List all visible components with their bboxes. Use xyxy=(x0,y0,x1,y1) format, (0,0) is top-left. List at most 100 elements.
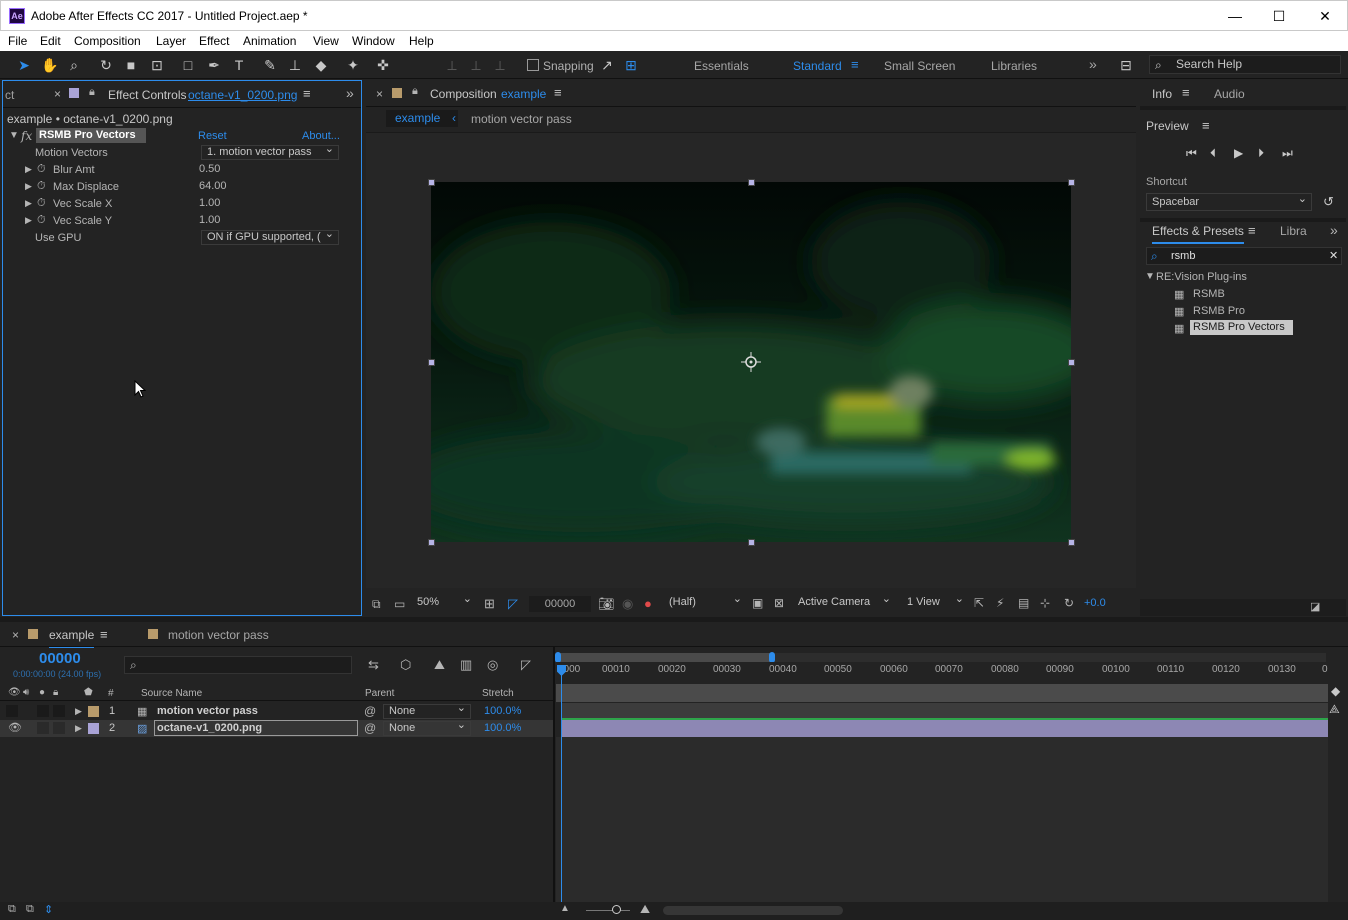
libraries-tab[interactable]: Libra xyxy=(1280,224,1307,238)
transparency-grid-icon[interactable]: ⊠ xyxy=(774,596,784,610)
menu-window[interactable]: Window xyxy=(352,34,395,48)
pan-behind-tool-icon[interactable]: ⊡ xyxy=(147,55,167,75)
selection-tool-icon[interactable]: ➤ xyxy=(14,55,34,75)
maximize-button[interactable]: ☐ xyxy=(1264,5,1294,27)
timeline-icon[interactable]: ▤ xyxy=(1018,596,1029,610)
next-frame-icon[interactable]: ⏵︎ xyxy=(1258,146,1264,161)
minimize-button[interactable]: — xyxy=(1220,5,1250,27)
pick-whip-icon[interactable]: @ xyxy=(364,721,376,735)
timeline-tab-example[interactable]: example xyxy=(49,628,95,648)
vec-scale-x-value[interactable]: 1.00 xyxy=(199,197,220,209)
more-workspaces-icon[interactable]: » xyxy=(1089,56,1097,72)
about-button[interactable]: About... xyxy=(302,130,340,142)
lock-icon[interactable]: 🔒︎ xyxy=(89,86,95,99)
zoom-dropdown[interactable]: 50% xyxy=(412,596,476,611)
parent-dropdown[interactable]: None xyxy=(383,721,471,736)
transform-handle[interactable] xyxy=(1068,359,1075,366)
effects-search-input[interactable]: ⌕ rsmb ✕ xyxy=(1146,247,1342,265)
transfer-controls-icon[interactable]: ⧉ xyxy=(26,903,34,916)
table-row[interactable]: ▶ 1 ▦ motion vector pass @ None 100.0% xyxy=(0,703,553,720)
layer-expand-icon[interactable]: ▶ xyxy=(75,723,82,734)
solo-toggle[interactable] xyxy=(37,722,49,734)
table-row[interactable]: 👁︎ ▶ 2 ▨ octane-v1_0200.png @ None 100.0… xyxy=(0,720,553,737)
stopwatch-icon[interactable]: ⏱︎ xyxy=(37,180,46,193)
rotate-tool-icon[interactable]: ↻ xyxy=(96,55,116,75)
layer-label-color-icon[interactable] xyxy=(88,706,99,717)
tree-item-rsmb-pro[interactable]: RSMB Pro xyxy=(1193,305,1245,317)
pick-whip-icon[interactable]: @ xyxy=(364,704,376,718)
video-column-icon[interactable]: 👁︎ xyxy=(8,687,21,698)
lock-icon[interactable]: 🔒︎ xyxy=(412,85,418,98)
menu-view[interactable]: View xyxy=(313,34,339,48)
composition-mini-flowchart-icon[interactable]: ⇆ xyxy=(368,657,379,673)
workspace-small-screen[interactable]: Small Screen xyxy=(884,59,955,73)
view-axis-icon[interactable]: ⟂ xyxy=(490,55,510,75)
stretch-value[interactable]: 100.0% xyxy=(484,705,521,717)
layer-switches-icon[interactable]: ⧉ xyxy=(8,903,16,916)
tree-item-rsmb-pro-vectors[interactable]: RSMB Pro Vectors xyxy=(1190,320,1293,335)
menu-file[interactable]: File xyxy=(8,34,27,48)
menu-layer[interactable]: Layer xyxy=(156,34,186,48)
fast-previews-icon[interactable]: ⚡︎ xyxy=(996,596,1004,610)
mask-visibility-icon[interactable]: ◸ xyxy=(508,596,518,612)
zoom-slider[interactable] xyxy=(586,910,630,911)
use-gpu-dropdown[interactable]: ON if GPU supported, ( xyxy=(201,230,339,245)
reset-shortcut-icon[interactable]: ↺ xyxy=(1323,194,1334,210)
max-displace-expand-icon[interactable]: ▶ xyxy=(25,181,32,192)
current-time-field[interactable]: 00000 xyxy=(529,596,591,612)
vec-scale-y-value[interactable]: 1.00 xyxy=(199,214,220,226)
column-stretch[interactable]: Stretch xyxy=(482,688,514,699)
work-area-bar[interactable] xyxy=(555,652,1326,663)
menu-effect[interactable]: Effect xyxy=(199,34,229,48)
effect-name[interactable]: RSMB Pro Vectors xyxy=(36,128,146,143)
panel-menu-icon[interactable]: ≡ xyxy=(1202,118,1210,133)
close-tab-icon[interactable]: × xyxy=(12,628,19,642)
toggle-pixel-aspect-icon[interactable]: ⇱ xyxy=(974,596,984,610)
timeline-navigator-scrollbar[interactable] xyxy=(663,906,843,915)
tree-folder[interactable]: RE:Vision Plug-ins xyxy=(1156,271,1247,283)
flowchart-icon[interactable]: ⊹ xyxy=(1040,596,1050,610)
parent-dropdown[interactable]: None xyxy=(383,704,471,719)
blur-amt-expand-icon[interactable]: ▶ xyxy=(25,164,32,175)
info-tab[interactable]: Info xyxy=(1152,87,1172,101)
transform-handle[interactable] xyxy=(748,179,755,186)
resolution-dropdown[interactable]: (Half) xyxy=(664,596,746,611)
label-column-icon[interactable]: ⬟ xyxy=(84,687,93,698)
stopwatch-icon[interactable]: ⏱︎ xyxy=(37,197,46,210)
last-frame-icon[interactable]: ⏭︎ xyxy=(1282,146,1293,161)
pen-tool-icon[interactable]: ✒ xyxy=(204,55,224,75)
snapshot-camera-icon[interactable]: 📷︎ xyxy=(598,596,615,612)
brush-tool-icon[interactable]: ✎ xyxy=(260,55,280,75)
timeline-tab-motion-vector-pass[interactable]: motion vector pass xyxy=(168,628,269,642)
zoom-out-icon[interactable]: ▲ xyxy=(560,903,570,914)
safe-margins-icon[interactable]: ⊞ xyxy=(484,596,495,612)
breadcrumb-motion-vector-pass[interactable]: motion vector pass xyxy=(471,112,572,126)
clear-search-icon[interactable]: ✕ xyxy=(1329,249,1338,262)
roto-brush-tool-icon[interactable]: ✦ xyxy=(343,55,363,75)
timeline-search-input[interactable]: ⌕ xyxy=(124,656,352,674)
show-snapshot-icon[interactable]: ◉ xyxy=(622,596,633,612)
exposure-value[interactable]: +0.0 xyxy=(1084,597,1106,609)
clone-stamp-tool-icon[interactable]: ⊥ xyxy=(285,55,305,75)
frame-blending-icon[interactable]: ▥ xyxy=(460,657,472,673)
view-layout-dropdown[interactable]: 1 View xyxy=(902,596,968,611)
panel-menu-icon[interactable]: ≡ xyxy=(303,86,311,101)
blur-amt-value[interactable]: 0.50 xyxy=(199,163,220,175)
draft-3d-icon[interactable]: ⬡ xyxy=(400,657,411,673)
effects-presets-tab[interactable]: Effects & Presets xyxy=(1152,224,1244,244)
previous-frame-icon[interactable]: ⏴︎ xyxy=(1210,146,1216,161)
snap-features-icon[interactable]: ⊞ xyxy=(621,55,641,75)
channels-icon[interactable]: ● xyxy=(644,596,652,611)
new-folder-icon[interactable]: ◪ xyxy=(1310,600,1320,613)
composition-tab[interactable]: Composition xyxy=(430,87,497,101)
menu-help[interactable]: Help xyxy=(409,34,434,48)
tree-item-rsmb[interactable]: RSMB xyxy=(1193,288,1225,300)
region-of-interest-icon[interactable]: ▣ xyxy=(752,596,763,610)
reset-exposure-icon[interactable]: ↻ xyxy=(1064,596,1074,610)
transform-handle[interactable] xyxy=(428,179,435,186)
display-icon[interactable]: ▭ xyxy=(394,597,405,611)
in-out-duration-icon[interactable]: ⇕ xyxy=(44,903,53,916)
composition-tab-name[interactable]: example xyxy=(501,87,546,101)
type-tool-icon[interactable]: T xyxy=(229,55,249,75)
transform-handle[interactable] xyxy=(428,359,435,366)
